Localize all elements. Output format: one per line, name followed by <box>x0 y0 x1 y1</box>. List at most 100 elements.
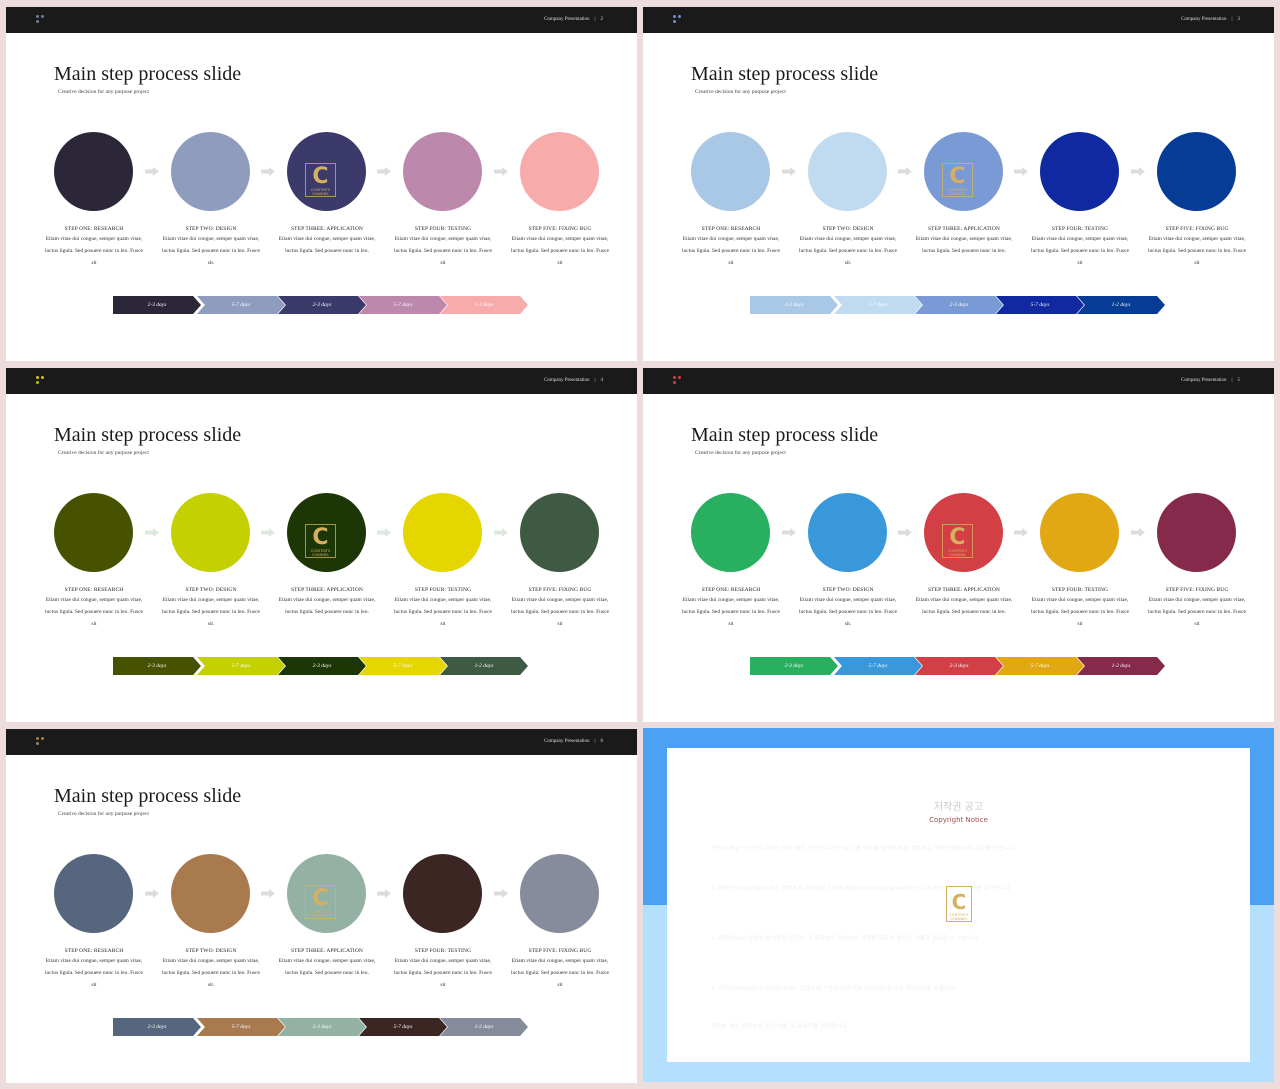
step-block: STEP THREE: APPLICATION Etiam vitae dui c… <box>912 587 1016 619</box>
step-circle: C CONTENTS CHANNEL <box>287 132 366 211</box>
duration-chevron: 5-7 days <box>359 1018 447 1036</box>
arrow-right-icon <box>145 167 159 176</box>
duration-chevron: 2-3 days <box>915 657 1003 675</box>
step-block: STEP ONE: RESEARCH Etiam vitae dui congue… <box>42 587 146 630</box>
slide-subtitle: Creative decision for any purpose projec… <box>695 450 786 456</box>
header-separator: | <box>1231 378 1233 383</box>
brand-dot <box>673 15 676 18</box>
duration-label: 2-3 days <box>949 302 969 308</box>
step-block: STEP FIVE: FIXING BUG Etiam vitae dui con… <box>1145 587 1249 630</box>
slide-header-bar: Company Presentation | 5 <box>643 368 1274 394</box>
step-block: STEP FOUR: TESTING Etiam vitae dui congue… <box>1028 226 1132 269</box>
duration-label: 5-7 days <box>393 1024 413 1030</box>
process-slide: Company Presentation | 6 Main step process … <box>6 729 637 1083</box>
duration-label: 5-7 days <box>868 663 888 669</box>
duration-label: 2-3 days <box>147 663 167 669</box>
step-title: STEP FOUR: TESTING <box>414 587 472 593</box>
arrow-right-icon <box>261 889 275 898</box>
step-title: STEP ONE: RESEARCH <box>64 948 124 954</box>
header-meta: Company Presentation | 2 <box>544 17 603 22</box>
duration-label: 1-2 days <box>1111 302 1131 308</box>
arrow-right-icon <box>494 167 508 176</box>
brand-dot <box>36 737 39 740</box>
duration-timeline: 2-3 days 5-7 days 2-3 days 5-7 days 1-2 days <box>750 296 1170 314</box>
duration-label: 5-7 days <box>1030 302 1050 308</box>
duration-chevron: 2-3 days <box>113 657 201 675</box>
duration-chevron: 5-7 days <box>359 657 447 675</box>
process-slide: Company Presentation | 2 Main step process … <box>6 7 637 361</box>
step-block: STEP FIVE: FIXING BUG Etiam vitae dui con… <box>508 226 612 269</box>
duration-label: 5-7 days <box>231 663 251 669</box>
brand-dot <box>673 376 676 379</box>
step-title: STEP TWO: DESIGN <box>822 226 874 232</box>
arrow-right-icon <box>782 528 796 537</box>
slide-header-bar: Company Presentation | 2 <box>6 7 637 33</box>
duration-chevron: 1-2 days <box>440 657 528 675</box>
step-block: STEP THREE: APPLICATION Etiam vitae dui c… <box>275 226 379 258</box>
copyright-paragraph: 3. 이미지(Image) & 아이콘(Icon) 콘텐츠에 사용된 이미지와 … <box>711 986 957 992</box>
step-title: STEP THREE: APPLICATION <box>291 948 363 954</box>
logo-line2: CHANNEL <box>312 192 329 196</box>
duration-chevron: 2-3 days <box>915 296 1003 314</box>
duration-chevron: 2-3 days <box>278 657 366 675</box>
arrow-right-icon <box>1014 528 1028 537</box>
arrow-right-icon <box>145 528 159 537</box>
brand-dot <box>36 376 39 379</box>
page-number: 4 <box>600 378 604 383</box>
duration-chevron: 2-3 days <box>750 657 838 675</box>
step-circle <box>54 854 133 933</box>
step-title: STEP FIVE: FIXING BUG <box>1165 226 1229 232</box>
step-circle <box>171 854 250 933</box>
company-label: Company Presentation <box>544 17 590 22</box>
duration-label: 5-7 days <box>393 302 413 308</box>
step-circle <box>520 132 599 211</box>
page-number: 6 <box>600 739 604 744</box>
step-block: STEP FOUR: TESTING Etiam vitae dui congue… <box>1028 587 1132 630</box>
duration-label: 5-7 days <box>393 663 413 669</box>
contents-channel-logo: C CONTENTS CHANNEL <box>942 163 973 197</box>
step-description: Etiam vitae dui congue, semper quam vita… <box>682 597 780 627</box>
step-description: Etiam vitae dui congue, semper quam vita… <box>799 597 897 627</box>
duration-chevron: 2-3 days <box>278 296 366 314</box>
step-title: STEP TWO: DESIGN <box>822 587 874 593</box>
logo-line2: CHANNEL <box>312 553 329 557</box>
logo-line2: CHANNEL <box>949 553 966 557</box>
arrow-right-icon <box>145 889 159 898</box>
step-description: Etiam vitae dui congue, semper quam vita… <box>799 236 897 266</box>
header-meta: Company Presentation | 3 <box>1181 17 1240 22</box>
page-number: 2 <box>600 17 604 22</box>
step-circle <box>54 493 133 572</box>
logo-line2: CHANNEL <box>950 917 968 921</box>
step-description: Etiam vitae dui congue, semper quam vita… <box>394 236 492 266</box>
step-circle <box>520 493 599 572</box>
step-circle <box>691 132 770 211</box>
process-slide: Company Presentation | 4 Main step process … <box>6 368 637 722</box>
step-title: STEP ONE: RESEARCH <box>64 226 124 232</box>
step-title: STEP FIVE: FIXING BUG <box>528 948 592 954</box>
step-description: Etiam vitae dui congue, semper quam vita… <box>915 597 1013 615</box>
copyright-paragraph: 2. 폰트(Font) 콘텐츠에 사용된 폰트는 각 제작사의 라이선스 정책을… <box>711 936 980 942</box>
duration-chevron: 5-7 days <box>834 296 922 314</box>
step-description: Etiam vitae dui congue, semper quam vita… <box>394 597 492 627</box>
copyright-paragraph: 컨텐츠 채널 콘텐츠의 무단 사용 및 재배포를 금지합니다. <box>711 1024 849 1030</box>
step-circle <box>403 132 482 211</box>
contents-channel-logo: C CONTENTS CHANNEL <box>305 163 336 197</box>
duration-chevron: 2-3 days <box>113 296 201 314</box>
duration-chevron: 5-7 days <box>197 296 285 314</box>
step-description: Etiam vitae dui congue, semper quam vita… <box>45 236 143 266</box>
duration-label: 1-2 days <box>474 663 494 669</box>
brand-dots-icon <box>36 15 46 25</box>
step-block: STEP ONE: RESEARCH Etiam vitae dui congue… <box>679 587 783 630</box>
step-title: STEP FOUR: TESTING <box>414 948 472 954</box>
step-description: Etiam vitae dui congue, semper quam vita… <box>511 236 609 266</box>
brand-dot <box>41 15 44 18</box>
arrow-right-icon <box>494 889 508 898</box>
brand-dot <box>41 376 44 379</box>
duration-label: 2-3 days <box>147 1024 167 1030</box>
step-block: STEP FIVE: FIXING BUG Etiam vitae dui con… <box>508 587 612 630</box>
step-block: STEP THREE: APPLICATION Etiam vitae dui c… <box>275 587 379 619</box>
duration-label: 1-2 days <box>474 1024 494 1030</box>
contents-channel-logo: C CONTENTS CHANNEL <box>946 886 972 922</box>
step-description: Etiam vitae dui congue, semper quam vita… <box>511 597 609 627</box>
step-description: Etiam vitae dui congue, semper quam vita… <box>45 597 143 627</box>
